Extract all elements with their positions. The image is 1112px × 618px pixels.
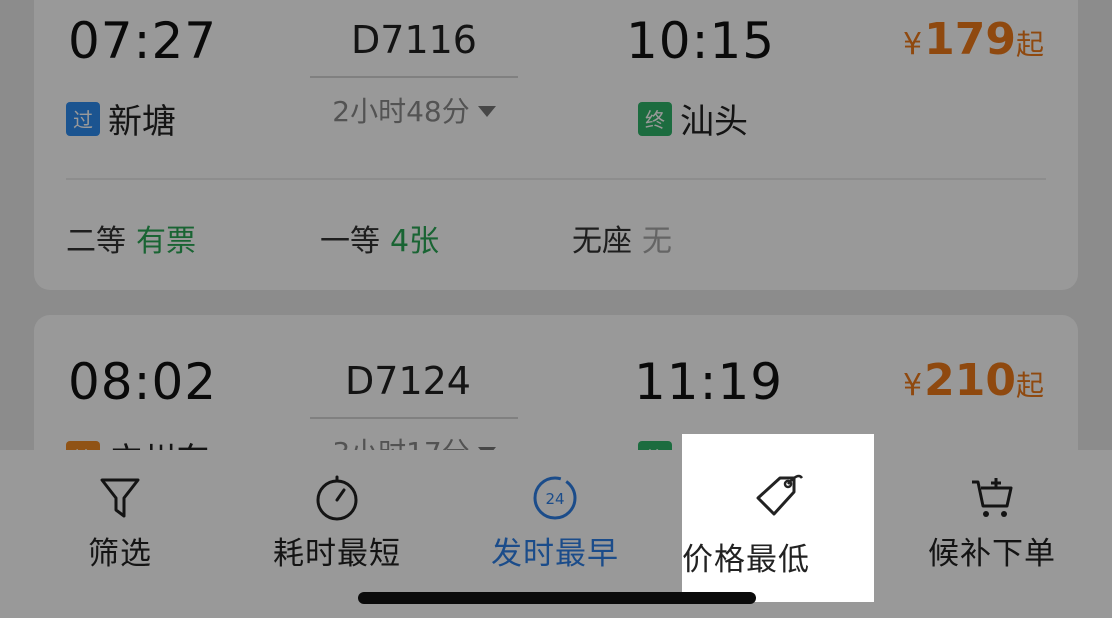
seat-status: 无 [642, 224, 672, 259]
price-suffix: 起 [1015, 369, 1044, 402]
train-card[interactable]: 07:27 D7116 2小时48分 10:15 ¥179起 过 新塘 终 汕头… [34, 0, 1078, 290]
seat-standing: 无座无 [572, 216, 672, 260]
to-station-name: 汕头 [680, 102, 748, 142]
seat-status: 有票 [136, 224, 196, 259]
divider [66, 178, 1046, 180]
sort-shortest-button[interactable]: 耗时最短 [262, 450, 412, 600]
terminal-badge: 终 [638, 101, 672, 136]
home-indicator[interactable] [358, 592, 756, 604]
route-line [310, 417, 518, 419]
route-line [310, 76, 518, 78]
from-station: 过 新塘 [66, 94, 176, 143]
depart-time: 07:27 [68, 12, 218, 70]
price: ¥179起 [844, 14, 1044, 65]
clock-24-text: 24 [545, 490, 564, 508]
cart-plus-icon [972, 478, 1013, 517]
duration-text: 2小时48分 [332, 95, 470, 128]
pass-badge: 过 [66, 101, 100, 136]
to-station: 终 汕头 [638, 94, 748, 143]
depart-time: 08:02 [68, 353, 218, 411]
arrive-time: 11:19 [634, 353, 784, 411]
currency-symbol: ¥ [903, 368, 923, 403]
earliest-label: 发时最早 [491, 536, 619, 572]
price-tag-icon [756, 474, 804, 516]
seat-status: 4张 [390, 224, 440, 259]
filter-label: 筛选 [88, 536, 152, 572]
waitlist-button[interactable]: 候补下单 [922, 450, 1062, 600]
price: ¥210起 [844, 355, 1044, 406]
price-value: 210 [924, 355, 1016, 406]
duration-toggle[interactable]: 2小时48分 [310, 90, 518, 130]
price-suffix: 起 [1015, 28, 1044, 61]
funnel-icon [100, 478, 140, 518]
from-station-name: 新塘 [108, 102, 176, 142]
seat-second-class: 二等 有票 [66, 216, 196, 260]
seat-first-class: 一等 4张 [320, 216, 439, 260]
train-list-screen: 07:27 D7116 2小时48分 10:15 ¥179起 过 新塘 终 汕头… [0, 0, 1112, 618]
filter-button[interactable]: 筛选 [60, 450, 180, 600]
seat-class: 一等 [320, 224, 380, 259]
price-value: 179 [924, 14, 1016, 65]
stopwatch-icon [316, 475, 358, 521]
arrive-time: 10:15 [626, 12, 776, 70]
currency-symbol: ¥ [903, 27, 923, 62]
cheapest-label: 价格最低 [682, 542, 810, 578]
train-number: D7124 [345, 359, 471, 403]
sort-earliest-button[interactable]: 24 发时最早 [480, 450, 630, 600]
waitlist-label: 候补下单 [928, 536, 1056, 572]
seat-class: 无座 [572, 224, 632, 259]
seat-class: 二等 [66, 224, 126, 259]
train-number: D7116 [351, 18, 477, 62]
shortest-label: 耗时最短 [273, 536, 401, 572]
caret-down-icon [477, 106, 496, 117]
clock-24-icon: 24 [533, 476, 577, 520]
sort-cheapest-button[interactable]: 价格最低 [682, 434, 874, 602]
